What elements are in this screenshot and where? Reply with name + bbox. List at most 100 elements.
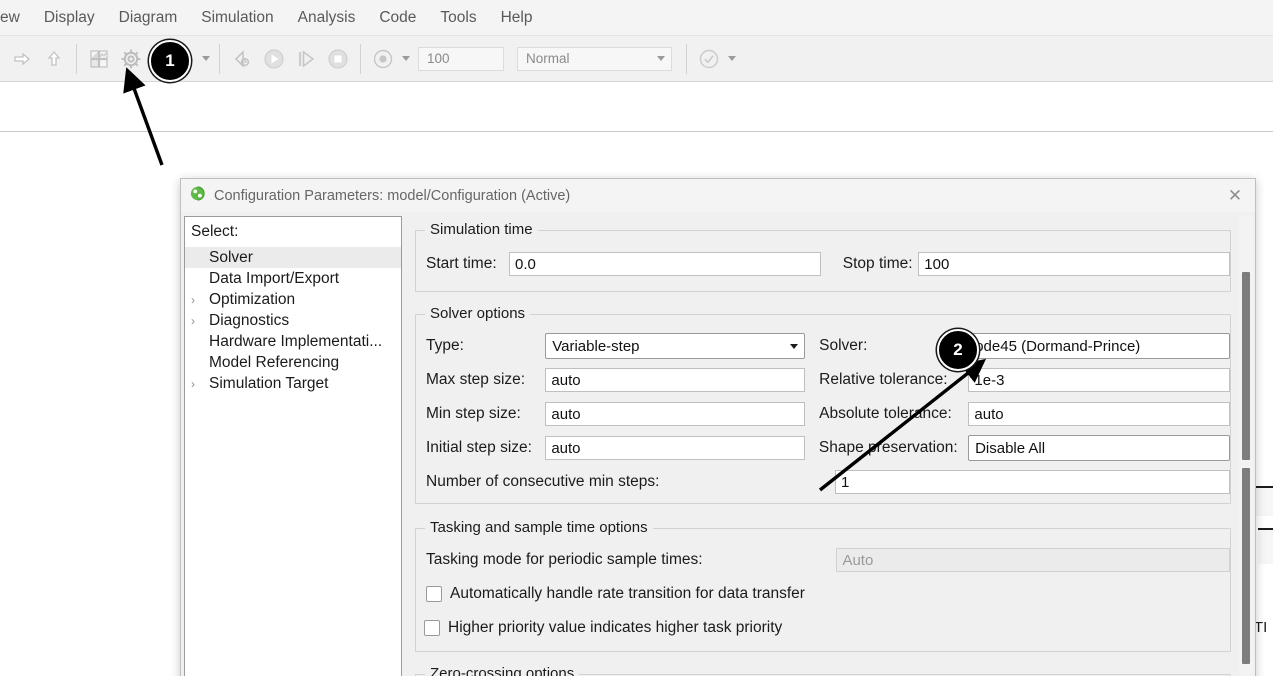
tree-header: Select: [191, 223, 239, 240]
tree-item-label: Diagnostics [209, 311, 290, 329]
chevron-down-icon-3[interactable] [399, 45, 413, 73]
chevron-right-icon[interactable]: › [191, 293, 207, 307]
tree-item-simulation-target[interactable]: › Simulation Target [185, 373, 401, 394]
relative-tolerance-input[interactable]: 1e-3 [968, 368, 1231, 392]
settings-pane: Simulation time Start time: 0.0 Stop tim… [407, 216, 1253, 676]
toolbar-group-run-config: 100 Normal [361, 36, 686, 82]
solver-type-value: Variable-step [552, 337, 640, 355]
higher-priority-checkbox[interactable] [424, 620, 440, 636]
chevron-down-icon-2[interactable] [199, 45, 213, 73]
initial-step-size-label: Initial step size: [426, 439, 532, 456]
start-time-input[interactable]: 0.0 [509, 252, 821, 276]
simulation-time-group: Simulation time Start time: 0.0 Stop tim… [415, 221, 1231, 292]
solver-value: ode45 (Dormand-Prince) [975, 337, 1141, 355]
solver-select[interactable]: ode45 (Dormand-Prince) [968, 333, 1230, 359]
background-block-2 [1258, 528, 1273, 564]
shape-preservation-value: Disable All [975, 439, 1046, 457]
gear-icon[interactable] [116, 44, 146, 74]
chevron-down-icon-5[interactable] [725, 45, 739, 73]
simulation-mode-value: Normal [526, 51, 570, 66]
tree-item-label: Hardware Implementati... [209, 332, 383, 350]
initial-step-size-input[interactable]: auto [545, 436, 805, 460]
stop-time-label: Stop time: [842, 255, 913, 272]
simulation-stop-time-field[interactable]: 100 [418, 46, 504, 71]
configuration-parameters-dialog: Configuration Parameters: model/Configur… [180, 178, 1256, 676]
background-block-label: TI [1254, 619, 1268, 636]
group-title-solver-options: Solver options [425, 305, 531, 322]
max-step-size-label: Max step size: [426, 371, 526, 388]
tree-item-solver[interactable]: Solver [185, 247, 401, 268]
close-icon[interactable]: ✕ [1223, 184, 1247, 208]
menu-item-help[interactable]: Help [489, 7, 545, 29]
consecutive-min-steps-input[interactable]: 1 [835, 470, 1230, 494]
tasking-mode-label: Tasking mode for periodic sample times: [426, 551, 703, 568]
canvas-divider-1 [0, 131, 1273, 132]
auto-rate-transition-row[interactable]: Automatically handle rate transition for… [416, 577, 1230, 611]
tree-item-data-import-export[interactable]: Data Import/Export [185, 268, 401, 289]
pane-scrollbar[interactable] [1239, 216, 1253, 676]
max-step-size-input[interactable]: auto [545, 368, 806, 392]
tree-item-optimization[interactable]: › Optimization [185, 289, 401, 310]
solver-options-group: Solver options Type: Variable-step Solve… [415, 305, 1231, 504]
stop-icon[interactable] [323, 44, 353, 74]
step-back-icon[interactable] [227, 44, 257, 74]
toolbar-group-simulate [220, 36, 360, 82]
higher-priority-label: Higher priority value indicates higher t… [448, 619, 783, 636]
consecutive-min-steps-label: Number of consecutive min steps: [426, 473, 660, 490]
auto-rate-transition-checkbox[interactable] [426, 586, 442, 602]
check-circle-icon[interactable] [694, 44, 724, 74]
chevron-down-icon [790, 343, 799, 349]
simulink-config-icon [189, 185, 206, 207]
pane-scrollbar-thumb-upper[interactable] [1242, 272, 1250, 460]
solver-type-select[interactable]: Variable-step [545, 333, 806, 359]
menu-item-simulation[interactable]: Simulation [189, 7, 285, 29]
simulation-mode-select[interactable]: Normal [517, 46, 672, 71]
toolbar-group-check [687, 36, 745, 82]
tree-item-diagnostics[interactable]: › Diagnostics [185, 310, 401, 331]
start-time-label: Start time: [426, 255, 497, 272]
auto-rate-transition-label: Automatically handle rate transition for… [450, 585, 805, 602]
menu-bar: ew Display Diagram Simulation Analysis C… [0, 0, 1273, 36]
shape-preservation-label: Shape preservation: [818, 439, 958, 456]
menu-item-code[interactable]: Code [367, 7, 428, 29]
stop-time-input[interactable]: 100 [918, 252, 1231, 276]
toolbar-group-navigate [0, 36, 76, 82]
tree-item-label: Simulation Target [209, 374, 329, 392]
menu-item-view[interactable]: ew [0, 7, 32, 29]
tree-item-label: Optimization [209, 290, 296, 308]
tree-item-hardware-implementation[interactable]: Hardware Implementati... [185, 331, 401, 352]
up-arrow-icon[interactable] [39, 44, 69, 74]
menu-item-analysis[interactable]: Analysis [286, 7, 368, 29]
absolute-tolerance-input[interactable]: auto [968, 402, 1231, 426]
dialog-title-bar[interactable]: Configuration Parameters: model/Configur… [181, 179, 1255, 212]
shape-preservation-select[interactable]: Disable All [968, 435, 1230, 461]
annotation-badge-2: 2 [937, 329, 979, 371]
annotation-badge-1: 1 [149, 40, 191, 82]
tree-item-label: Model Referencing [209, 353, 340, 371]
settings-tree[interactable]: Select: Solver Data Import/Export › Opti… [184, 216, 402, 676]
toolbar-group-model [77, 36, 219, 82]
menu-item-tools[interactable]: Tools [428, 7, 488, 29]
chevron-right-icon[interactable]: › [191, 314, 207, 328]
application-window: ew Display Diagram Simulation Analysis C… [0, 0, 1273, 676]
menu-item-display[interactable]: Display [32, 7, 107, 29]
min-step-size-input[interactable]: auto [545, 402, 806, 426]
higher-priority-row[interactable]: Higher priority value indicates higher t… [416, 611, 1230, 645]
solver-type-label: Type: [426, 337, 464, 354]
tasking-options-group: Tasking and sample time options Tasking … [415, 519, 1231, 652]
tasking-mode-select[interactable]: Auto [836, 548, 1230, 572]
min-step-size-label: Min step size: [426, 405, 521, 422]
pane-scrollbar-thumb-lower[interactable] [1242, 468, 1250, 664]
play-icon[interactable] [259, 44, 289, 74]
record-icon[interactable] [368, 44, 398, 74]
group-title-zero-crossing: Zero-crossing options [425, 665, 580, 676]
absolute-tolerance-label: Absolute tolerance: [819, 405, 952, 422]
step-forward-icon[interactable] [291, 44, 321, 74]
chevron-right-icon[interactable]: › [191, 377, 207, 391]
forward-arrow-icon[interactable] [7, 44, 37, 74]
menu-item-diagram[interactable]: Diagram [107, 7, 190, 29]
group-title-tasking-options: Tasking and sample time options [425, 519, 653, 536]
group-title-simulation-time: Simulation time [425, 221, 538, 238]
subsystem-blocks-icon[interactable] [84, 44, 114, 74]
tree-item-model-referencing[interactable]: Model Referencing [185, 352, 401, 373]
